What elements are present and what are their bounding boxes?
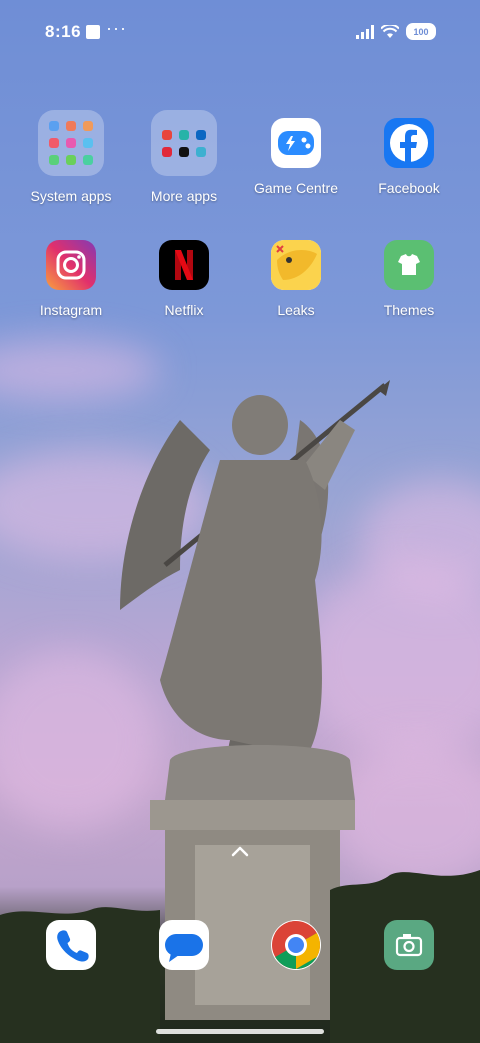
app-game-centre[interactable]: Game Centre	[240, 118, 352, 196]
app-more-apps[interactable]: More apps	[128, 110, 240, 204]
app-label: System apps	[30, 188, 112, 204]
dock	[15, 918, 465, 972]
messages-icon[interactable]	[159, 920, 209, 970]
app-system-apps[interactable]: System apps	[15, 110, 127, 204]
camera-icon[interactable]	[384, 920, 434, 970]
leaks-icon	[271, 240, 321, 290]
app-instagram[interactable]: Instagram	[15, 240, 127, 318]
game-centre-icon	[271, 118, 321, 168]
status-time: 8:16	[45, 22, 82, 41]
more-notifications-icon: ···	[106, 18, 127, 38]
app-label: More apps	[150, 188, 218, 204]
app-label: Facebook	[378, 180, 440, 196]
notification-square-icon	[86, 25, 100, 39]
app-label: Themes	[383, 302, 435, 318]
system-apps-folder-icon	[38, 110, 104, 176]
more-apps-folder-icon	[151, 110, 217, 176]
home-gesture-bar[interactable]	[156, 1029, 324, 1034]
instagram-icon	[46, 240, 96, 290]
battery-icon: 100	[406, 23, 436, 40]
status-bar: 8:16 ··· 100	[0, 0, 480, 64]
netflix-icon	[159, 240, 209, 290]
chrome-icon[interactable]	[271, 920, 321, 970]
app-facebook[interactable]: Facebook	[353, 118, 465, 196]
app-label: Netflix	[164, 302, 204, 318]
phone-icon[interactable]	[46, 920, 96, 970]
app-leaks[interactable]: Leaks	[240, 240, 352, 318]
app-label: Game Centre	[253, 180, 339, 196]
app-drawer-chevron-icon[interactable]	[228, 843, 252, 859]
wifi-icon	[381, 24, 399, 38]
themes-icon	[384, 240, 434, 290]
app-netflix[interactable]: Netflix	[128, 240, 240, 318]
facebook-icon	[384, 118, 434, 168]
app-themes[interactable]: Themes	[353, 240, 465, 318]
signal-icon	[356, 24, 374, 39]
app-label: Instagram	[39, 302, 103, 318]
app-label: Leaks	[277, 302, 315, 318]
